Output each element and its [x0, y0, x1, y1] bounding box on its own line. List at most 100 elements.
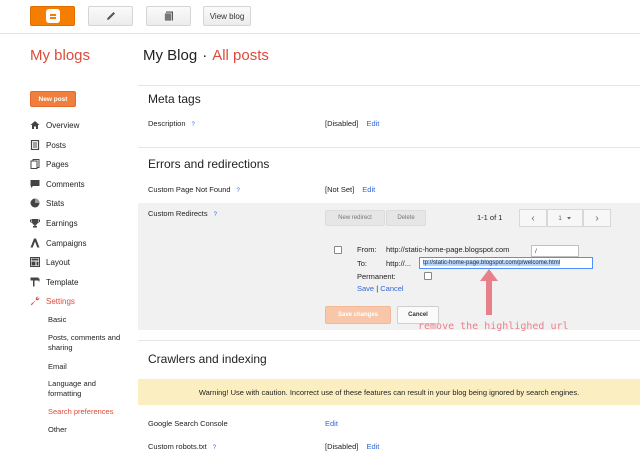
- settings-sub-basic[interactable]: Basic: [48, 315, 66, 325]
- breadcrumb-current[interactable]: All posts: [212, 47, 269, 64]
- help-icon[interactable]: ?: [213, 445, 216, 451]
- robots-label: Custom robots.txt?: [148, 442, 216, 451]
- home-icon: [30, 121, 40, 129]
- blogger-settings-page: { "toolbar": { "view_blog": "View blog",…: [0, 0, 640, 455]
- custom-redirects-label-text: Custom Redirects: [148, 209, 208, 218]
- sidebar-item-settings[interactable]: Settings: [30, 292, 75, 310]
- gsc-edit-link[interactable]: Edit: [325, 419, 338, 428]
- view-blog-label: View blog: [209, 11, 245, 21]
- delete-button[interactable]: Delete: [386, 210, 426, 226]
- sidebar-item-overview[interactable]: Overview: [30, 116, 79, 134]
- not-found-label: Custom Page Not Found?: [148, 185, 240, 194]
- gsc-label: Google Search Console: [148, 419, 228, 428]
- description-label-text: Description: [148, 119, 186, 128]
- not-found-edit-link[interactable]: Edit: [362, 185, 375, 194]
- stats-icon: [30, 198, 40, 208]
- next-page-button[interactable]: ›: [583, 209, 611, 227]
- sidebar-item-label: Template: [46, 277, 79, 287]
- description-label: Description?: [148, 119, 195, 128]
- settings-sub-email[interactable]: Email: [48, 362, 67, 372]
- to-url-input[interactable]: tp://static-home-page.blogspot.com/p/wel…: [419, 257, 593, 269]
- robots-label-text: Custom robots.txt: [148, 442, 207, 451]
- breadcrumb-separator: ·: [202, 47, 208, 64]
- crawlers-indexing-title: Crawlers and indexing: [148, 352, 267, 366]
- save-link[interactable]: Save: [357, 284, 374, 293]
- help-icon[interactable]: ?: [192, 122, 195, 128]
- sidebar-item-label: Earnings: [46, 218, 78, 228]
- robots-value-row: [Disabled] Edit: [325, 442, 379, 451]
- sidebar-item-layout[interactable]: Layout: [30, 253, 70, 271]
- settings-sub-posts-comments[interactable]: Posts, comments and sharing: [48, 333, 133, 353]
- chevron-left-icon: ‹: [531, 212, 535, 224]
- errors-redirections-title: Errors and redirections: [148, 157, 270, 171]
- sidebar-item-comments[interactable]: Comments: [30, 175, 85, 193]
- help-icon[interactable]: ?: [237, 188, 240, 194]
- redirect-row-checkbox[interactable]: [334, 246, 342, 254]
- page-select[interactable]: 1: [547, 209, 583, 227]
- new-post-toolbar-button[interactable]: [88, 6, 133, 26]
- settings-sub-other[interactable]: Other: [48, 425, 67, 435]
- sidebar-item-pages[interactable]: Pages: [30, 155, 69, 173]
- from-path-input[interactable]: /: [531, 245, 579, 257]
- view-blog-button[interactable]: View blog: [203, 6, 251, 26]
- new-post-button[interactable]: New post: [30, 91, 76, 107]
- not-found-value-row: [Not Set] Edit: [325, 185, 375, 194]
- sidebar-item-label: Posts: [46, 140, 67, 150]
- sidebar-item-label: Settings: [46, 296, 75, 306]
- sidebar-item-label: Pages: [46, 159, 69, 169]
- posts-icon: [30, 140, 40, 150]
- permanent-checkbox[interactable]: [424, 272, 432, 280]
- to-url-selected-text: tp://static-home-page.blogspot.com/p/wel…: [423, 260, 561, 266]
- blog-name[interactable]: My Blog: [143, 47, 197, 64]
- sidebar-item-label: Overview: [46, 120, 80, 130]
- cancel-link[interactable]: Cancel: [380, 284, 403, 293]
- page-select-value: 1: [558, 214, 562, 222]
- sidebar-item-earnings[interactable]: Earnings: [30, 214, 78, 232]
- from-label: From:: [357, 245, 377, 254]
- blogger-icon: [45, 9, 60, 23]
- save-changes-button[interactable]: Save changes: [325, 306, 391, 324]
- to-label: To:: [357, 259, 368, 268]
- to-prefix: http://...: [386, 259, 412, 268]
- pencil-icon: [106, 12, 115, 20]
- robots-edit-link[interactable]: Edit: [366, 442, 379, 451]
- trophy-icon: [30, 219, 40, 228]
- sidebar-item-template[interactable]: Template: [30, 273, 78, 291]
- settings-sub-search-preferences[interactable]: Search preferences: [48, 407, 113, 417]
- sidebar-item-label: Comments: [46, 179, 85, 189]
- row-actions: Save | Cancel: [357, 284, 404, 293]
- not-found-value: [Not Set]: [325, 185, 355, 194]
- action-separator: |: [376, 284, 379, 293]
- section-divider: [138, 147, 640, 148]
- prev-page-button[interactable]: ‹: [519, 209, 547, 227]
- meta-tags-title: Meta tags: [148, 92, 201, 106]
- settings-sub-language[interactable]: Language and formatting: [48, 379, 118, 399]
- pages-toolbar-button[interactable]: [146, 6, 191, 26]
- blogger-home-button[interactable]: [30, 6, 75, 26]
- warning-banner: Warning! Use with caution. Incorrect use…: [138, 379, 640, 405]
- header-divider: [0, 33, 640, 34]
- breadcrumb: My Blog · All posts: [143, 47, 269, 64]
- sidebar-item-label: Stats: [46, 198, 65, 208]
- comment-icon: [30, 180, 40, 188]
- pages-icon: [163, 11, 173, 22]
- sidebar-item-label: Layout: [46, 257, 71, 267]
- my-blogs-link[interactable]: My blogs: [30, 47, 90, 64]
- robots-value: [Disabled]: [325, 442, 359, 451]
- sidebar-item-stats[interactable]: Stats: [30, 194, 64, 212]
- redirect-range: 1-1 of 1: [477, 213, 503, 222]
- not-found-label-text: Custom Page Not Found: [148, 185, 231, 194]
- chevron-right-icon: ›: [595, 212, 599, 224]
- from-url: http://static-home-page.blogspot.com: [386, 245, 510, 254]
- wrench-icon: [30, 296, 40, 306]
- help-icon[interactable]: ?: [214, 212, 217, 218]
- description-edit-link[interactable]: Edit: [366, 119, 379, 128]
- template-icon: [30, 277, 40, 287]
- new-redirect-button[interactable]: New redirect: [325, 210, 385, 226]
- sidebar-item-posts[interactable]: Posts: [30, 136, 66, 154]
- description-value: [Disabled]: [325, 119, 359, 128]
- layout-icon: [30, 257, 40, 267]
- sidebar-item-campaigns[interactable]: Campaigns: [30, 234, 86, 252]
- section-divider: [138, 340, 640, 341]
- pages-icon: [30, 159, 40, 169]
